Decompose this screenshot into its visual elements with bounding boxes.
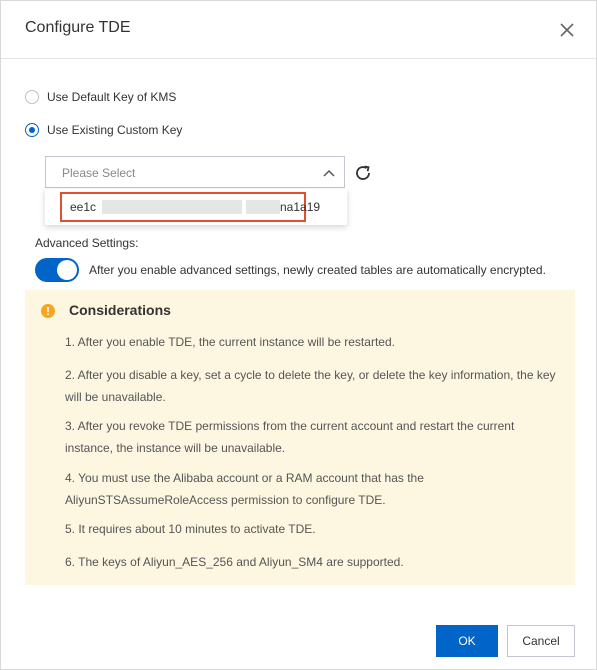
cancel-button[interactable]: Cancel (507, 625, 575, 657)
dialog-title: Configure TDE (25, 19, 131, 36)
select-placeholder: Please Select (62, 166, 136, 180)
consideration-item: 3. After you revoke TDE permissions from… (65, 419, 515, 455)
warning-icon (41, 304, 55, 318)
redacted-mask (102, 200, 242, 214)
radio-custom-key-circle[interactable] (25, 123, 39, 137)
ok-button[interactable]: OK (436, 625, 498, 657)
radio-custom-key-label: Use Existing Custom Key (47, 123, 183, 137)
considerations-title: Considerations (69, 302, 171, 318)
redacted-mask (246, 200, 280, 214)
consideration-item: 2. After you disable a key, set a cycle … (65, 368, 556, 404)
consideration-item: 6. The keys of Aliyun_AES_256 and Aliyun… (65, 555, 404, 569)
key-option[interactable]: ee1c na1a19 (60, 192, 320, 222)
consideration-item: 1. After you enable TDE, the current ins… (65, 335, 395, 349)
refresh-icon[interactable] (353, 163, 373, 183)
advanced-settings-switch[interactable] (35, 258, 79, 282)
configure-tde-dialog: Configure TDE Use Default Key of KMS Use… (0, 0, 597, 670)
close-icon[interactable] (555, 18, 579, 42)
radio-default-key[interactable]: Use Default Key of KMS (25, 87, 176, 107)
switch-knob (57, 260, 77, 280)
custom-key-select[interactable]: Please Select (45, 156, 345, 188)
consideration-item: 4. You must use the Alibaba account or a… (65, 471, 424, 507)
key-dropdown: ee1c na1a19 (45, 189, 347, 225)
advanced-settings-description: After you enable advanced settings, newl… (89, 263, 546, 277)
radio-default-key-circle[interactable] (25, 90, 39, 104)
considerations-panel: Considerations 1. After you enable TDE, … (25, 290, 575, 585)
consideration-item: 5. It requires about 10 minutes to activ… (65, 522, 316, 536)
dialog-header: Configure TDE (1, 1, 596, 59)
radio-custom-key[interactable]: Use Existing Custom Key (25, 120, 182, 140)
key-option-prefix: ee1c (70, 200, 97, 214)
radio-default-key-label: Use Default Key of KMS (47, 90, 177, 104)
chevron-up-icon[interactable] (322, 166, 336, 180)
key-option-suffix: na1a19 (280, 200, 321, 214)
advanced-settings-label: Advanced Settings: (35, 236, 139, 250)
